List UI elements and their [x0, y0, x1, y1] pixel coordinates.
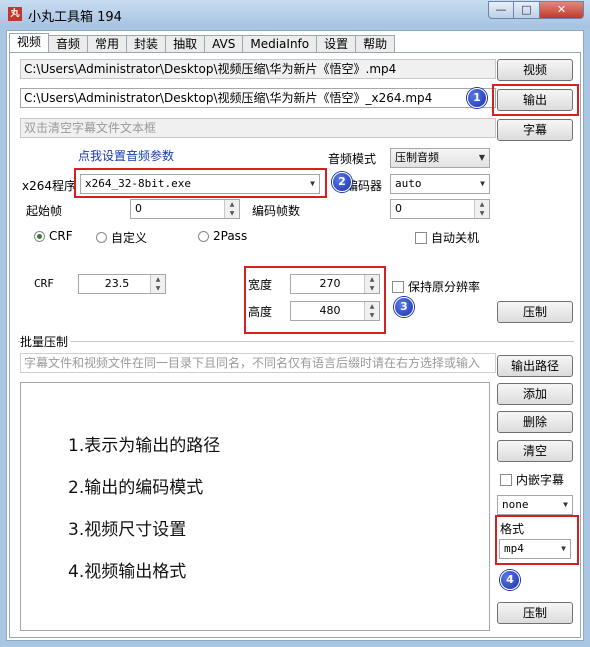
subtitle-lang-value: none	[502, 498, 529, 511]
radio-custom-label: 自定义	[111, 231, 148, 245]
annotation-badge-1: 1	[467, 88, 487, 108]
annotation-badge-3: 3	[394, 297, 414, 317]
radio-2pass[interactable]: 2Pass	[198, 229, 247, 243]
keep-resolution-label: 保持原分辨率	[408, 280, 481, 294]
crf-value: 23.5	[104, 277, 130, 290]
radio-selected-icon	[34, 230, 45, 242]
spin-arrows-icon[interactable]: ▲ ▼	[474, 200, 489, 218]
app-logo-icon: 丸	[8, 7, 22, 21]
radio-icon	[96, 232, 107, 243]
note-4: 4.视频输出格式	[68, 562, 187, 582]
radio-custom[interactable]: 自定义	[96, 229, 147, 246]
keep-resolution-checkbox[interactable]: 保持原分辨率	[392, 278, 480, 295]
checkbox-icon	[500, 473, 512, 486]
audio-mode-value: 压制音频	[395, 151, 439, 164]
close-button[interactable]: ✕	[540, 1, 584, 19]
annotation-badge-2: 2	[332, 172, 352, 192]
tab-bar: 视频 音频 常用 封装 抽取 AVS MediaInfo 设置 帮助	[9, 33, 396, 53]
audio-mode-select[interactable]: 压制音频 ▼	[390, 148, 490, 168]
minimize-button[interactable]: —	[488, 1, 514, 19]
subtitle-path-field[interactable]: 双击清空字幕文件文本框	[20, 118, 496, 138]
batch-group-label: 批量压制	[20, 333, 71, 350]
start-frame-value: 0	[135, 202, 142, 215]
x264-program-label: x264程序	[22, 179, 77, 193]
annotation-box-output	[492, 84, 579, 116]
batch-group-divider	[18, 341, 574, 342]
note-2: 2.输出的编码模式	[68, 478, 204, 498]
audio-mode-label: 音频模式	[328, 152, 377, 166]
frame-count-input[interactable]: 0 ▲ ▼	[390, 199, 490, 219]
batch-hint-field[interactable]: 字幕文件和视频文件在同一目录下且同名，不同名仅有语言后缀时请在右方选择或输入	[20, 353, 496, 373]
output-path-field[interactable]: C:\Users\Administrator\Desktop\视频压缩\华为新片…	[20, 88, 496, 108]
auto-shutdown-label: 自动关机	[431, 231, 480, 245]
compress-button[interactable]: 压制	[497, 301, 573, 323]
radio-icon	[198, 230, 209, 242]
tab-extract[interactable]: 抽取	[165, 35, 206, 53]
add-button[interactable]: 添加	[497, 383, 573, 405]
tab-video[interactable]: 视频	[9, 33, 50, 53]
frame-count-value: 0	[395, 202, 402, 215]
embed-subtitle-label: 内嵌字幕	[516, 473, 565, 487]
chevron-down-icon: ▼	[563, 500, 568, 509]
chevron-down-icon: ▼	[478, 153, 485, 162]
audio-encoder-select[interactable]: auto ▼	[390, 174, 490, 194]
video-button[interactable]: 视频	[497, 59, 573, 81]
window-title: 小丸工具箱 194	[28, 10, 122, 25]
chevron-down-icon: ▼	[480, 179, 485, 188]
tab-help[interactable]: 帮助	[355, 35, 396, 53]
audio-encoder-value: auto	[395, 177, 422, 190]
batch-file-list[interactable]	[20, 382, 490, 631]
app-window: 丸 小丸工具箱 194 — □ ✕ 视频 音频 常用 封装 抽取 AVS Med…	[0, 0, 590, 647]
radio-2pass-label: 2Pass	[213, 229, 248, 243]
subtitle-lang-select[interactable]: none ▼	[497, 495, 573, 515]
annotation-badge-4: 4	[500, 570, 520, 590]
tab-settings[interactable]: 设置	[316, 35, 357, 53]
radio-crf-label: CRF	[49, 229, 73, 243]
embed-subtitle-checkbox[interactable]: 内嵌字幕	[500, 471, 564, 488]
title-bar: 丸 小丸工具箱 194 — □ ✕	[0, 0, 590, 28]
crf-input[interactable]: 23.5 ▲ ▼	[78, 274, 166, 294]
annotation-box-x264	[74, 168, 327, 198]
audio-settings-link[interactable]: 点我设置音频参数	[78, 147, 174, 164]
tab-mux[interactable]: 封装	[126, 35, 167, 53]
tab-mediainfo[interactable]: MediaInfo	[242, 35, 318, 53]
input-video-path[interactable]: C:\Users\Administrator\Desktop\视频压缩\华为新片…	[20, 59, 496, 79]
annotation-box-size	[244, 266, 386, 334]
subtitle-button[interactable]: 字幕	[497, 119, 573, 141]
checkbox-icon	[392, 280, 404, 293]
spin-arrows-icon[interactable]: ▲ ▼	[224, 200, 239, 218]
auto-shutdown-checkbox[interactable]: 自动关机	[415, 229, 479, 246]
crf-label: CRF	[34, 277, 54, 290]
start-frame-label: 起始帧	[26, 204, 63, 218]
note-3: 3.视频尺寸设置	[68, 520, 187, 540]
start-frame-input[interactable]: 0 ▲ ▼	[130, 199, 240, 219]
maximize-button[interactable]: □	[514, 1, 540, 19]
batch-compress-button[interactable]: 压制	[497, 602, 573, 624]
radio-crf[interactable]: CRF	[34, 229, 73, 243]
spin-arrows-icon[interactable]: ▲ ▼	[150, 275, 165, 293]
annotation-box-format	[495, 515, 579, 565]
tab-avs[interactable]: AVS	[204, 35, 244, 53]
note-1: 1.表示为输出的路径	[68, 436, 221, 456]
clear-button[interactable]: 清空	[497, 440, 573, 462]
tab-common[interactable]: 常用	[87, 35, 128, 53]
checkbox-icon	[415, 231, 427, 244]
client-area: 视频 音频 常用 封装 抽取 AVS MediaInfo 设置 帮助 C:\Us…	[6, 30, 584, 641]
output-path-button[interactable]: 输出路径	[497, 355, 573, 377]
frame-count-label: 编码帧数	[252, 204, 301, 218]
delete-button[interactable]: 删除	[497, 411, 573, 433]
video-tab-panel: C:\Users\Administrator\Desktop\视频压缩\华为新片…	[9, 52, 581, 638]
tab-audio[interactable]: 音频	[48, 35, 89, 53]
